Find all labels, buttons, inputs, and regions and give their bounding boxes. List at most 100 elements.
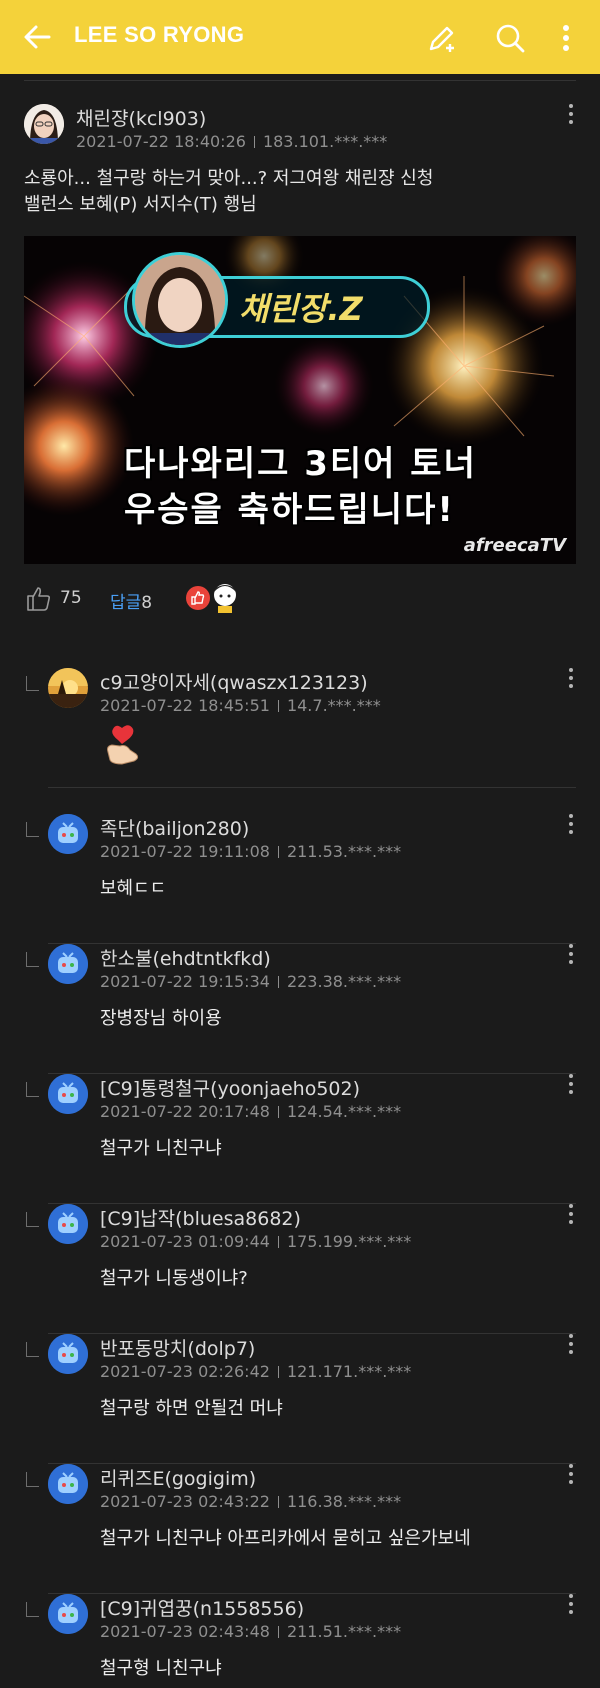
back-arrow-icon[interactable] xyxy=(22,22,52,52)
post-actions: 75 답글8 xyxy=(24,582,576,616)
comment-item: 반포동망치(dolp7) 2021-07-23 02:26:42 121.171.… xyxy=(24,1334,576,1464)
comment-ip: 223.38.***.*** xyxy=(286,972,402,991)
reply-indent-icon xyxy=(26,1082,39,1097)
heart-hand-sticker-icon xyxy=(107,725,139,765)
reply-indent-icon xyxy=(26,1602,39,1617)
image-caption: 우승을 축하드립니다! xyxy=(124,490,455,530)
watermark: afreecaTV xyxy=(463,535,566,556)
comment-item: [C9]귀엽꿍(n1558556) 2021-07-23 02:43:48 211… xyxy=(24,1594,576,1688)
post-body: 소룡아... 철구랑 하는거 맞아...? 저그여왕 채린쟝 신청 밸런스 보혜… xyxy=(24,166,576,218)
comment-text: 장병장님 하이용 xyxy=(100,1008,222,1029)
post-body-line: 소룡아... 철구랑 하는거 맞아...? 저그여왕 채린쟝 신청 xyxy=(24,168,434,189)
reply-indent-icon xyxy=(26,822,39,837)
comment-author[interactable]: 리퀴즈E(gogigim) xyxy=(100,1464,256,1491)
page-title: LEE SO RYONG xyxy=(74,22,245,47)
meta-separator xyxy=(277,846,279,858)
post-datetime: 2021-07-22 18:40:26 xyxy=(76,132,246,151)
comment-author[interactable]: [C9]통령철구(yoonjaeho502) xyxy=(100,1074,360,1101)
comment-text: 철구가 니동생이냐? xyxy=(100,1268,248,1289)
comment-text: 철구랑 하면 안될건 머냐 xyxy=(100,1398,283,1419)
streamer-photo xyxy=(132,252,228,348)
meta-separator xyxy=(277,1496,279,1508)
comment-meta: 2021-07-22 19:15:34 223.38.***.*** xyxy=(100,972,401,991)
comment-author[interactable]: [C9]납작(bluesa8682) xyxy=(100,1204,301,1231)
comment-datetime: 2021-07-23 02:43:22 xyxy=(100,1492,270,1511)
comment-text: 철구가 니친구냐 xyxy=(100,1138,222,1159)
afreeca-avatar-icon[interactable] xyxy=(48,1334,88,1374)
more-options-icon[interactable] xyxy=(566,1074,576,1098)
afreeca-avatar-icon[interactable] xyxy=(48,1074,88,1114)
avatar[interactable] xyxy=(48,668,88,708)
meta-separator xyxy=(277,1236,279,1248)
comment-item: 족단(bailjon280) 2021-07-22 19:11:08 211.53… xyxy=(24,814,576,944)
comment-meta: 2021-07-23 02:43:48 211.51.***.*** xyxy=(100,1622,401,1641)
comment-item: 리퀴즈E(gogigim) 2021-07-23 02:43:22 116.38.… xyxy=(24,1464,576,1594)
more-options-icon[interactable] xyxy=(566,1334,576,1358)
comment-author[interactable]: [C9]귀엽꿍(n1558556) xyxy=(100,1594,304,1621)
comment-ip: 124.54.***.*** xyxy=(286,1102,402,1121)
afreeca-avatar-icon[interactable] xyxy=(48,1464,88,1504)
reply-count: 8 xyxy=(141,593,153,613)
comment-datetime: 2021-07-22 19:11:08 xyxy=(100,842,270,861)
comment-meta: 2021-07-22 18:45:51 14.7.***.*** xyxy=(100,696,381,715)
more-options-icon[interactable] xyxy=(566,1204,576,1228)
reply-label: 답글 xyxy=(110,593,142,613)
comment-ip: 211.53.***.*** xyxy=(286,842,402,861)
name-tag-text: 채린장.Z xyxy=(239,290,363,328)
comment-author[interactable]: 반포동망치(dolp7) xyxy=(100,1334,255,1361)
comment-author[interactable]: c9고양이자세(qwaszx123123) xyxy=(100,668,368,695)
comment-meta: 2021-07-23 02:26:42 121.171.***.*** xyxy=(100,1362,411,1381)
comment-datetime: 2021-07-22 20:17:48 xyxy=(100,1102,270,1121)
thumbs-up-icon[interactable] xyxy=(24,584,52,612)
afreeca-avatar-icon[interactable] xyxy=(48,1594,88,1634)
search-icon[interactable] xyxy=(494,22,526,54)
meta-separator xyxy=(277,1366,279,1378)
avatar[interactable] xyxy=(24,104,64,144)
meta-separator xyxy=(277,1106,279,1118)
reply-button[interactable]: 답글8 xyxy=(110,588,152,613)
comment-meta: 2021-07-22 19:11:08 211.53.***.*** xyxy=(100,842,401,861)
comment-datetime: 2021-07-22 18:45:51 xyxy=(100,696,270,715)
more-options-icon[interactable] xyxy=(566,944,576,968)
reply-indent-icon xyxy=(26,676,39,691)
comment-item: [C9]납작(bluesa8682) 2021-07-23 01:09:44 17… xyxy=(24,1204,576,1334)
comment-author[interactable]: 한소불(ehdtntkfkd) xyxy=(100,944,271,971)
comment-item: [C9]통령철구(yoonjaeho502) 2021-07-22 20:17:… xyxy=(24,1074,576,1204)
more-options-icon[interactable] xyxy=(566,104,576,128)
app-header: LEE SO RYONG xyxy=(0,0,600,74)
comment-datetime: 2021-07-23 01:09:44 xyxy=(100,1232,270,1251)
post-header: 채린쟝(kcl903) 2021-07-22 18:40:26 183.101.*… xyxy=(24,100,576,156)
post-body-line: 밸런스 보혜(P) 서지수(T) 행님 xyxy=(24,194,257,215)
meta-separator xyxy=(277,1626,279,1638)
more-vertical-icon[interactable] xyxy=(552,22,580,54)
comment-item: c9고양이자세(qwaszx123123) 2021-07-22 18:45:5… xyxy=(24,668,576,788)
more-options-icon[interactable] xyxy=(566,1464,576,1488)
post-author[interactable]: 채린쟝(kcl903) xyxy=(76,104,206,131)
liker-avatar-icon xyxy=(210,582,240,614)
comment-ip: 175.199.***.*** xyxy=(286,1232,412,1251)
afreeca-avatar-icon[interactable] xyxy=(48,1204,88,1244)
post-meta: 2021-07-22 18:40:26 183.101.***.*** xyxy=(76,132,387,151)
meta-separator xyxy=(277,700,279,712)
image-caption: 다나와리그 3티어 토너 xyxy=(124,444,477,484)
more-options-icon[interactable] xyxy=(566,668,576,692)
divider xyxy=(24,80,576,81)
post-image[interactable]: 채린장.Z 다나와리그 3티어 토너 우승을 축하드립니다! afreecaTV xyxy=(24,236,576,564)
comment-ip: 116.38.***.*** xyxy=(286,1492,402,1511)
comment-item: 한소불(ehdtntkfkd) 2021-07-22 19:15:34 223.3… xyxy=(24,944,576,1074)
post-ip: 183.101.***.*** xyxy=(262,132,388,151)
comment-datetime: 2021-07-23 02:26:42 xyxy=(100,1362,270,1381)
comment-text: 철구형 니친구냐 xyxy=(100,1658,222,1679)
comment-author[interactable]: 족단(bailjon280) xyxy=(100,814,249,841)
comment-datetime: 2021-07-23 02:43:48 xyxy=(100,1622,270,1641)
afreeca-avatar-icon[interactable] xyxy=(48,814,88,854)
write-icon[interactable] xyxy=(426,22,458,54)
afreeca-avatar-icon[interactable] xyxy=(48,944,88,984)
reply-indent-icon xyxy=(26,1342,39,1357)
comment-meta: 2021-07-22 20:17:48 124.54.***.*** xyxy=(100,1102,401,1121)
divider xyxy=(48,787,576,788)
reply-indent-icon xyxy=(26,952,39,967)
more-options-icon[interactable] xyxy=(566,1594,576,1618)
comment-text: 철구가 니친구냐 아프리카에서 묻히고 싶은가보네 xyxy=(100,1528,471,1549)
more-options-icon[interactable] xyxy=(566,814,576,838)
